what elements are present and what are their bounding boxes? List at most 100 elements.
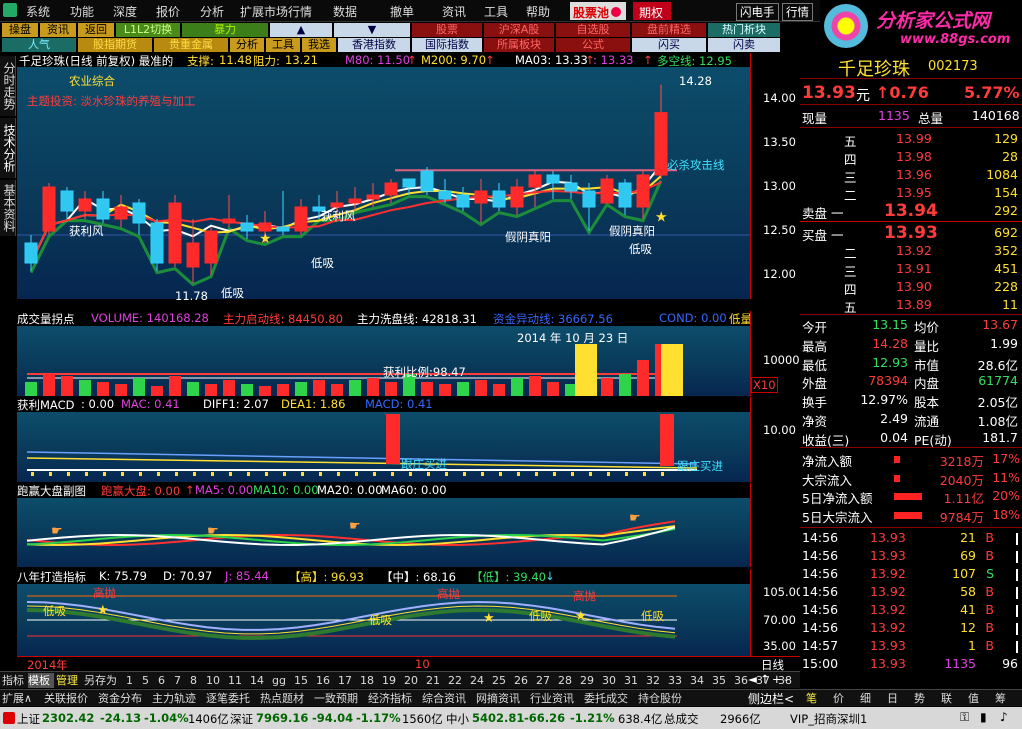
volume-bar[interactable] (547, 382, 559, 396)
indicator-tab[interactable]: 29 (580, 673, 600, 688)
up-icon[interactable]: ↑ (760, 672, 770, 686)
toolbar-hk-index[interactable]: 香港指数 (338, 38, 410, 52)
lock-icon[interactable]: ⚿ (960, 710, 969, 725)
menu-function[interactable]: 功能 (70, 3, 94, 20)
toolbar-flash-sell[interactable]: 闪卖 (708, 38, 780, 52)
ask-row[interactable]: 卖盘 一 13.94 292 (800, 201, 1022, 221)
volume-bar[interactable] (97, 382, 109, 396)
extension-tab[interactable]: 主力轨迹 (152, 691, 196, 706)
volume-bar[interactable] (25, 382, 37, 396)
indicator-tab[interactable]: 32 (646, 673, 666, 688)
indicator-tab[interactable]: 1 (126, 673, 140, 688)
plus-icon[interactable]: + (772, 672, 782, 686)
volume-chart-area[interactable]: 2014 年 10 月 23 日 获利比例:98.47 (17, 326, 750, 396)
toolbar-up[interactable]: ▲ (270, 23, 332, 37)
candle-body[interactable] (204, 230, 218, 264)
extension-tab[interactable]: 扩展∧ (2, 691, 32, 706)
toolbar-tools[interactable]: 工具 (266, 38, 300, 52)
candle-body[interactable] (222, 218, 236, 224)
indicator-tab[interactable]: 26 (514, 673, 534, 688)
volume-bar[interactable] (475, 380, 487, 396)
indicator-tab[interactable]: 19 (382, 673, 402, 688)
candle-body[interactable] (636, 174, 650, 208)
volume-bar[interactable] (277, 384, 289, 396)
candle-body[interactable] (402, 178, 416, 188)
main-chart-area[interactable]: ★ ★ 农业综合 主题投资: 淡水珍珠的养殖与加工 14.28 11.78 必杀攻… (17, 67, 750, 303)
indicator-tab[interactable]: 15 (294, 673, 314, 688)
volume-bar[interactable] (601, 378, 613, 396)
volume-bar[interactable] (133, 378, 145, 396)
candle-body[interactable] (546, 174, 560, 184)
toolbar-l1l2-switch[interactable]: L1L2切换 (116, 23, 180, 37)
toolbar-watchlist[interactable]: 自选股 (556, 23, 630, 37)
lightning-hand-button[interactable]: 闪电手 (736, 3, 779, 21)
toolbar-power[interactable]: 暴力 (182, 23, 268, 37)
indicator-tab[interactable]: 17 (338, 673, 358, 688)
candle-body[interactable] (366, 194, 380, 200)
indicator-tab[interactable]: 16 (316, 673, 336, 688)
candle-body[interactable] (420, 170, 434, 192)
bid-row[interactable]: 买盘 一 13.93 692 (800, 223, 1022, 243)
candle-body[interactable] (528, 174, 542, 188)
bid-row[interactable]: 三 13.91 451 (800, 261, 1022, 279)
extension-tab[interactable]: 经济指标 (368, 691, 412, 706)
quote-tab[interactable]: 值 (968, 691, 979, 706)
side-tab-fundamentals[interactable]: 基本资料 (0, 180, 16, 236)
candle-body[interactable] (294, 206, 308, 232)
sidebar-toggle[interactable]: 侧边栏< (748, 690, 794, 707)
indicator-tab[interactable]: 11 (228, 673, 248, 688)
volume-bar[interactable] (295, 382, 307, 396)
toolbar-hot-sector[interactable]: 热门析块 (708, 23, 780, 37)
side-tab-technical[interactable]: 技术分析 (0, 118, 16, 178)
macd-chart[interactable] (17, 412, 750, 482)
menu-data[interactable]: 数据 (333, 3, 357, 20)
toolbar-sector[interactable]: 所属板块 (484, 38, 554, 52)
bid-row[interactable]: 二 13.92 352 (800, 243, 1022, 261)
indicator-tab[interactable]: 22 (448, 673, 468, 688)
candle-body[interactable] (42, 186, 56, 232)
volume-bar[interactable] (511, 378, 523, 396)
indicator-tab[interactable]: 8 (190, 673, 204, 688)
toolbar-stocks[interactable]: 股票 (412, 23, 482, 37)
candle-body[interactable] (186, 242, 200, 268)
volume-bar[interactable] (61, 376, 73, 396)
menu-help[interactable]: 帮助 (526, 3, 550, 20)
indicator-tab[interactable]: 33 (668, 673, 688, 688)
eight-chart-area[interactable]: ★ ★ ★ 低吸 低吸 低吸 低吸 高抛 高抛 高抛 (17, 584, 750, 656)
extension-tab[interactable]: 逐笔委托 (206, 691, 250, 706)
volume-bar[interactable] (187, 382, 199, 396)
indicator-tab[interactable]: 24 (470, 673, 490, 688)
menu-news[interactable]: 资讯 (442, 3, 466, 20)
candle-body[interactable] (132, 202, 146, 224)
menu-quote[interactable]: 报价 (156, 3, 180, 20)
volume-bar[interactable] (169, 376, 181, 396)
indicator-tab[interactable]: 模板 (28, 673, 54, 688)
indicator-tab[interactable]: 34 (690, 673, 710, 688)
candle-body[interactable] (510, 186, 524, 208)
extension-tab[interactable]: 资金分布 (98, 691, 142, 706)
quote-tab[interactable]: 价 (833, 691, 844, 706)
indicator-tab[interactable]: 30 (602, 673, 622, 688)
side-tab-timeshare[interactable]: 分时走势 (0, 56, 16, 116)
candle-body[interactable] (492, 190, 506, 208)
candle-body[interactable] (582, 190, 596, 208)
volume-bar[interactable] (349, 380, 361, 396)
menu-stock-pool[interactable]: 股票池 (570, 2, 626, 20)
menu-tools[interactable]: 工具 (484, 3, 508, 20)
indicator-tab[interactable]: gg (272, 673, 292, 688)
toolbar-index-futures[interactable]: 股指期货 (78, 38, 152, 52)
candle-body[interactable] (60, 190, 74, 212)
volume-bar[interactable] (529, 376, 541, 396)
toolbar-flash-buy[interactable]: 闪买 (632, 38, 706, 52)
indicator-tab[interactable]: 25 (492, 673, 512, 688)
volume-bar[interactable] (241, 384, 253, 396)
extension-tab[interactable]: 综合资讯 (422, 691, 466, 706)
volume-bar[interactable] (619, 374, 631, 396)
candle-body[interactable] (96, 198, 110, 220)
indicator-tab[interactable]: 35 (712, 673, 732, 688)
volume-bar[interactable] (223, 380, 235, 396)
volume-bar[interactable] (331, 384, 343, 396)
volume-bar[interactable] (259, 386, 271, 396)
candle-body[interactable] (150, 222, 164, 264)
extension-tab[interactable]: 一致预期 (314, 691, 358, 706)
